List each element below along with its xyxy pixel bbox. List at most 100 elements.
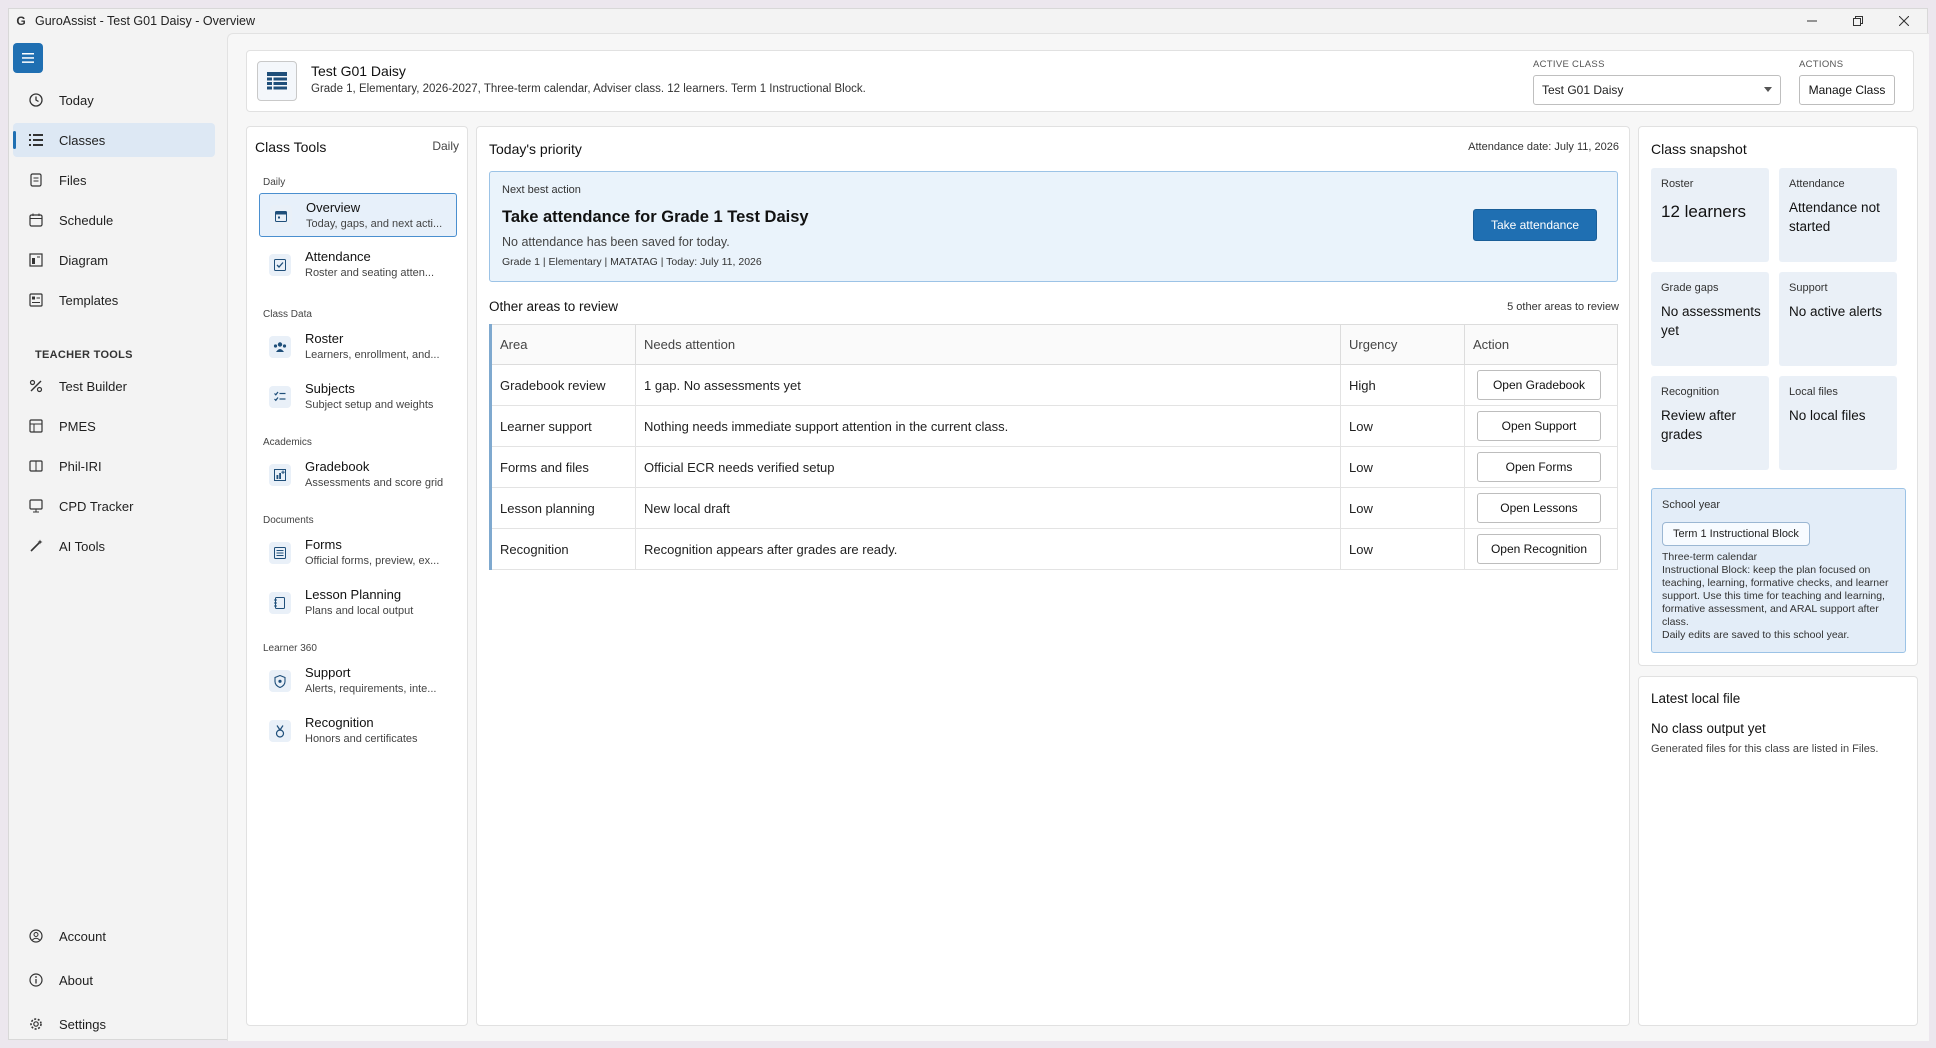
tool-support[interactable]: Support Alerts, requirements, inte...	[259, 659, 457, 703]
tool-recognition[interactable]: Recognition Honors and certificates	[259, 709, 457, 753]
calendar-type: Three-term calendar	[1662, 551, 1758, 563]
active-class-label: ACTIVE CLASS	[1533, 59, 1605, 70]
cell-needs: 1 gap. No assessments yet	[635, 364, 1341, 406]
snapshot-tile-roster: Roster 12 learners	[1651, 168, 1769, 262]
tool-roster[interactable]: Roster Learners, enrollment, and...	[259, 325, 457, 369]
menu-toggle-button[interactable]	[13, 43, 43, 73]
cell-area: Lesson planning	[489, 487, 636, 529]
magic-wand-icon	[27, 537, 45, 555]
minimize-button[interactable]	[1789, 9, 1835, 33]
next-best-action-label: Next best action	[502, 184, 581, 196]
cell-area: Recognition	[489, 528, 636, 570]
review-table: Area Needs attention Urgency Action Grad…	[489, 324, 1618, 570]
priority-title: Today's priority	[489, 141, 582, 157]
class-tools-mode[interactable]: Daily	[432, 139, 459, 153]
nav-item-label: AI Tools	[59, 538, 106, 554]
open-gradebook-button[interactable]: Open Gradebook	[1477, 370, 1601, 400]
nav-item-label: Templates	[59, 292, 119, 308]
pmes-icon	[27, 417, 45, 435]
form-icon	[269, 542, 291, 564]
cell-action: Open Forms	[1464, 446, 1618, 488]
nav-item-label: Test Builder	[59, 378, 127, 394]
class-subtitle: Grade 1, Elementary, 2026-2027, Three-te…	[311, 83, 866, 95]
class-tools-panel: Class Tools Daily Daily Overview Today, …	[246, 126, 468, 1026]
open-lessons-button[interactable]: Open Lessons	[1477, 493, 1601, 523]
open-recognition-button[interactable]: Open Recognition	[1477, 534, 1601, 564]
nav-item-phil-iri[interactable]: Phil-IRI	[13, 449, 215, 483]
tool-forms[interactable]: Forms Official forms, preview, ex...	[259, 531, 457, 575]
cell-urgency: Low	[1340, 405, 1465, 447]
review-count: 5 other areas to review	[1507, 301, 1619, 313]
tile-value: Attendance not started	[1789, 200, 1880, 234]
nav-item-test-builder[interactable]: Test Builder	[13, 369, 215, 403]
tool-subjects[interactable]: Subjects Subject setup and weights	[259, 375, 457, 419]
nav-item-settings[interactable]: Settings	[13, 1007, 215, 1041]
nav-item-label: Today	[59, 92, 94, 108]
tool-title: Roster	[305, 331, 344, 346]
attendance-icon	[269, 254, 291, 276]
tile-label: Attendance	[1789, 178, 1845, 190]
section-academics: Academics	[263, 437, 312, 448]
tile-label: Recognition	[1661, 386, 1720, 398]
tool-gradebook[interactable]: Gradebook Assessments and score grid	[259, 453, 457, 497]
tool-overview[interactable]: Overview Today, gaps, and next acti...	[259, 193, 457, 237]
tool-subtitle: Today, gaps, and next acti...	[306, 218, 443, 230]
priority-panel: Today's priority Attendance date: July 1…	[476, 126, 1630, 1026]
tool-attendance[interactable]: Attendance Roster and seating atten...	[259, 243, 457, 287]
nav-item-ai-tools[interactable]: AI Tools	[13, 529, 215, 563]
save-note: Daily edits are saved to this school yea…	[1662, 629, 1850, 641]
next-best-action-card: Next best action Take attendance for Gra…	[489, 171, 1618, 282]
nav-item-label: Diagram	[59, 252, 109, 268]
nav-item-account[interactable]: Account	[13, 919, 215, 953]
active-class-select[interactable]: Test G01 Daisy	[1533, 75, 1781, 105]
snapshot-tile-attendance: Attendance Attendance not started	[1779, 168, 1897, 262]
nav-item-templates[interactable]: Templates	[13, 283, 215, 317]
nav-item-pmes[interactable]: PMES	[13, 409, 215, 443]
section-learner-360: Learner 360	[263, 643, 317, 654]
people-icon	[269, 336, 291, 358]
nav-item-files[interactable]: Files	[13, 163, 215, 197]
tile-label: Grade gaps	[1661, 282, 1719, 294]
open-support-button[interactable]: Open Support	[1477, 411, 1601, 441]
table-header-row: Area Needs attention Urgency Action	[489, 324, 1618, 365]
nav-item-about[interactable]: About	[13, 963, 215, 997]
open-forms-button[interactable]: Open Forms	[1477, 452, 1601, 482]
table-row: Recognition Recognition appears after gr…	[489, 528, 1618, 570]
cell-area: Forms and files	[489, 446, 636, 488]
app-logo-icon: G	[16, 14, 26, 28]
tool-title: Lesson Planning	[305, 587, 402, 602]
tool-subtitle: Assessments and score grid	[305, 477, 444, 489]
take-attendance-button[interactable]: Take attendance	[1473, 209, 1597, 241]
window-title: GuroAssist - Test G01 Daisy - Overview	[35, 14, 255, 28]
snapshot-tile-grade-gaps: Grade gaps No assessments yet	[1651, 272, 1769, 366]
tool-lesson-planning[interactable]: Lesson Planning Plans and local output	[259, 581, 457, 625]
review-title: Other areas to review	[489, 299, 619, 314]
nav-item-cpd-tracker[interactable]: CPD Tracker	[13, 489, 215, 523]
section-class-data: Class Data	[263, 309, 312, 320]
tool-title: Support	[305, 665, 351, 680]
tool-subtitle: Learners, enrollment, and...	[305, 349, 440, 361]
cell-action: Open Lessons	[1464, 487, 1618, 529]
class-tools-title: Class Tools	[255, 139, 327, 155]
column-header-action: Action	[1464, 324, 1618, 365]
section-documents: Documents	[263, 515, 314, 526]
tile-value: Review after grades	[1661, 408, 1737, 442]
school-year-label: School year	[1662, 499, 1721, 511]
nav-item-classes[interactable]: Classes	[13, 123, 215, 157]
manage-class-button[interactable]: Manage Class	[1799, 75, 1895, 105]
term-chip[interactable]: Term 1 Instructional Block	[1662, 522, 1810, 546]
nav-item-today[interactable]: Today	[13, 83, 215, 117]
cell-needs: Recognition appears after grades are rea…	[635, 528, 1341, 570]
next-best-action-headline: Take attendance for Grade 1 Test Daisy	[502, 208, 809, 226]
restore-button[interactable]	[1835, 9, 1881, 33]
tile-value: 12 learners	[1661, 202, 1747, 221]
nav-item-diagram[interactable]: Diagram	[13, 243, 215, 277]
cell-needs: Official ECR needs verified setup	[635, 446, 1341, 488]
table-row: Lesson planning New local draft Low Open…	[489, 487, 1618, 529]
close-button[interactable]	[1881, 9, 1927, 33]
attendance-date: Attendance date: July 11, 2026	[1468, 141, 1619, 153]
school-year-card: School year Term 1 Instructional Block T…	[1651, 488, 1906, 653]
percent-icon	[27, 377, 45, 395]
nav-item-schedule[interactable]: Schedule	[13, 203, 215, 237]
gear-icon	[27, 1015, 45, 1033]
